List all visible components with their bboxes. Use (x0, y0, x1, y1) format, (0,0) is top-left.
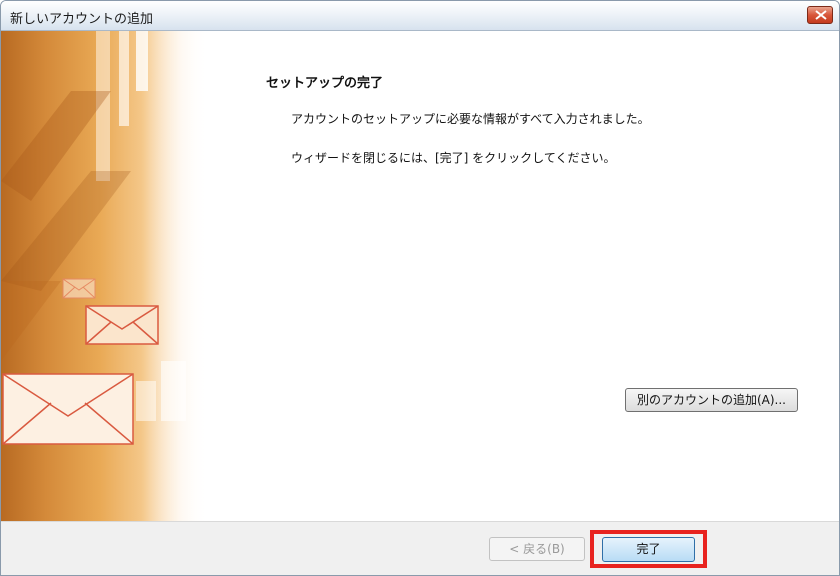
add-another-account-button[interactable]: 別のアカウントの追加(A)... (625, 388, 798, 412)
envelope-small-icon (62, 278, 96, 299)
close-icon (815, 10, 827, 20)
instruction-message: ウィザードを閉じるには、[完了] をクリックしてください。 (291, 151, 616, 165)
info-message: アカウントのセットアップに必要な情報がすべて入力されました。 (291, 112, 650, 126)
wizard-content: セットアップの完了 アカウントのセットアップに必要な情報がすべて入力されました。… (206, 31, 839, 521)
title-bar: 新しいアカウントの追加 (1, 1, 839, 31)
add-account-dialog: 新しいアカウントの追加 セットアップの完了 アカウントのセットアップに必要な情報… (0, 0, 840, 576)
back-button[interactable]: < 戻る(B) (489, 537, 585, 561)
page-heading: セットアップの完了 (266, 76, 384, 91)
envelope-large-icon (2, 373, 134, 445)
envelope-medium-icon (85, 305, 159, 345)
finish-button[interactable]: 完了 (602, 537, 695, 562)
wizard-side-artwork (1, 31, 206, 521)
window-title: 新しいアカウントの追加 (10, 12, 154, 27)
close-button[interactable] (807, 6, 833, 24)
wizard-footer: < 戻る(B) 完了 (1, 521, 839, 575)
